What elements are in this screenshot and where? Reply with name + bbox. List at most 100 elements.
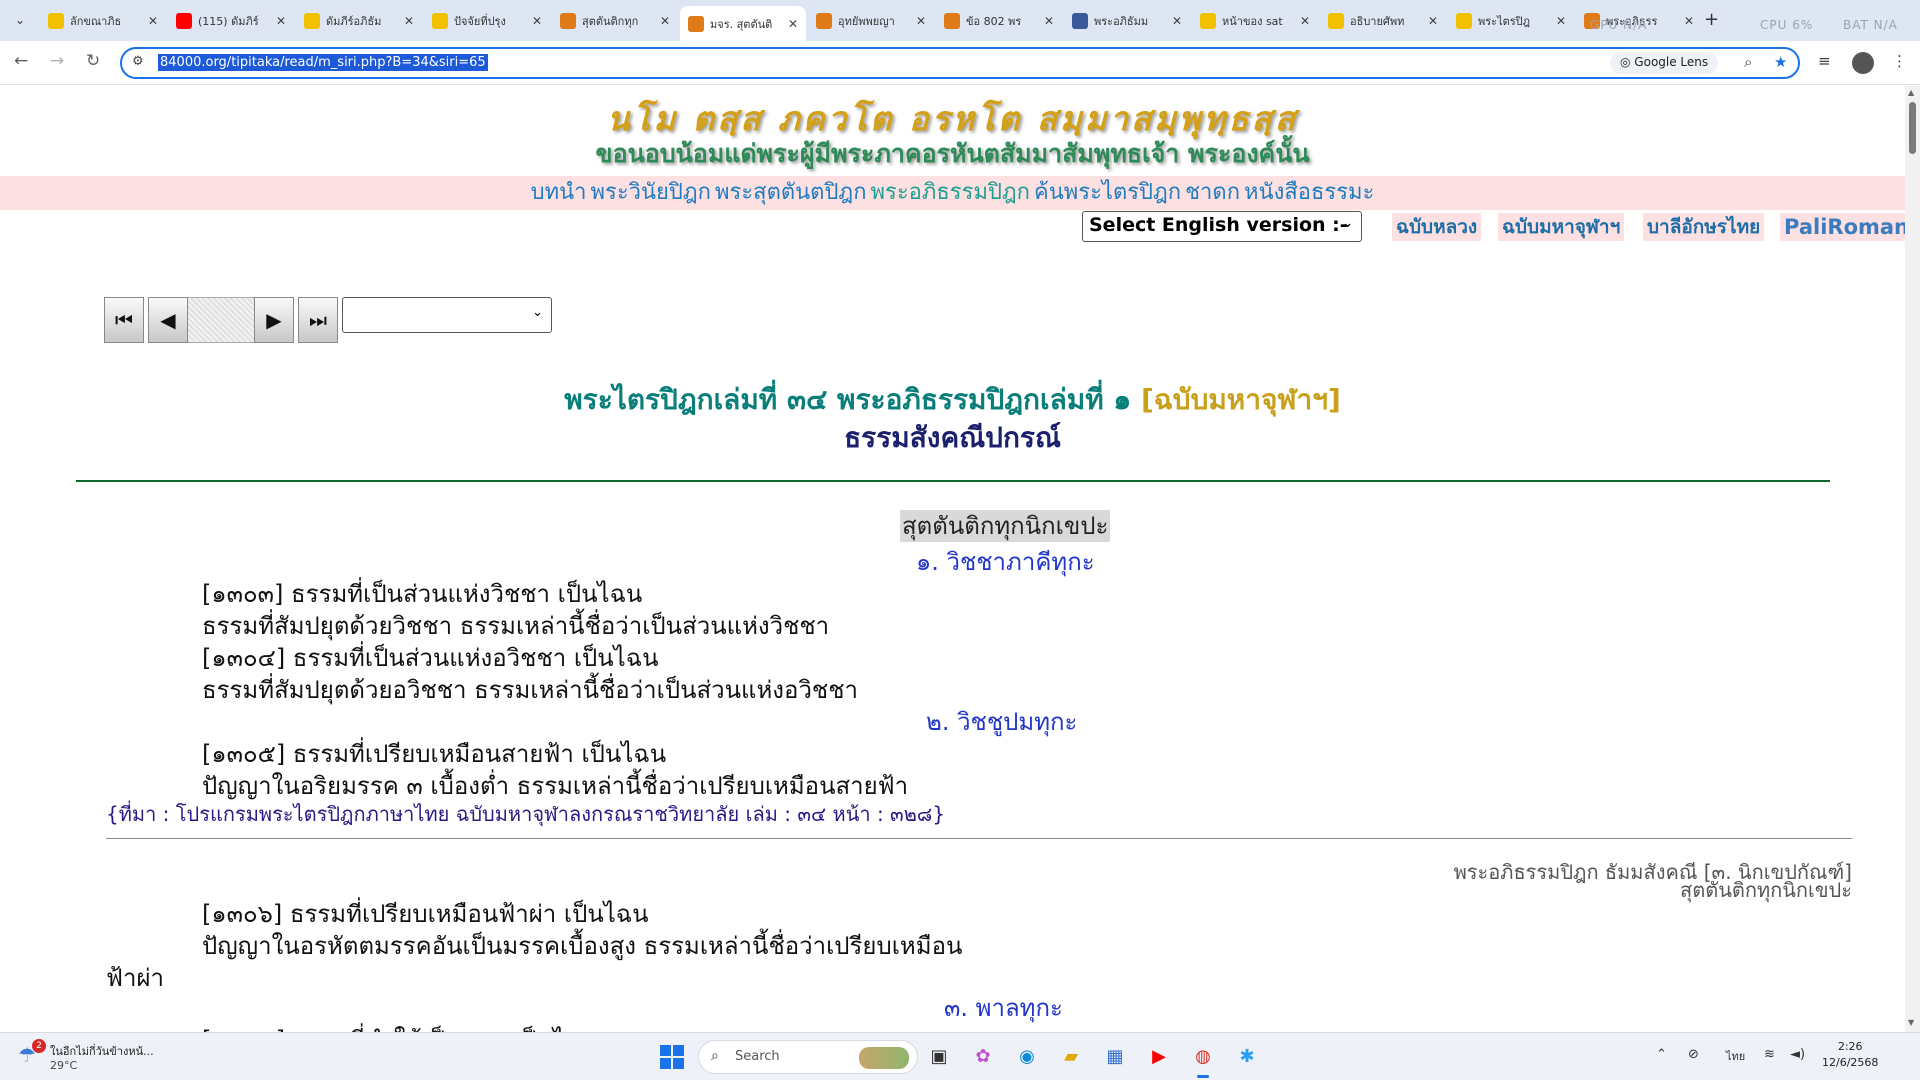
browser-tab[interactable]: (115) ดัมภิร์ ✕: [168, 6, 294, 36]
nav-link[interactable]: ชาดก: [1185, 180, 1240, 205]
first-page-icon: ⏮: [115, 308, 133, 332]
copilot-icon[interactable]: ✿: [968, 1042, 998, 1072]
close-tab-icon[interactable]: ✕: [1172, 14, 1182, 28]
close-tab-icon[interactable]: ✕: [1300, 14, 1310, 28]
weather-widget[interactable]: ☂ 2 ในอีกไม่กี่วันข้างหน้... 29°C: [18, 1039, 198, 1075]
browser-tab[interactable]: อุทยัพพยญา ✕: [808, 6, 934, 36]
tab-search-icon[interactable]: ⌄: [8, 8, 32, 32]
browser-tab[interactable]: พระอภิธัมม ✕: [1064, 6, 1190, 36]
section-heading: ๑. วิชชาภาคีทุกะ: [916, 548, 1095, 576]
edition-link[interactable]: บาลีอักษรไทย: [1643, 213, 1765, 241]
edge-icon[interactable]: ◉: [1012, 1042, 1042, 1072]
chrome-icon[interactable]: ◍: [1188, 1042, 1218, 1078]
input-language[interactable]: ไทย: [1726, 1047, 1745, 1065]
section-select[interactable]: ⌄: [342, 297, 552, 333]
profile-avatar[interactable]: [1852, 52, 1874, 74]
nav-link[interactable]: พระสุตตันตปิฎก: [715, 180, 867, 205]
search-placeholder: Search: [735, 1049, 780, 1064]
system-clock[interactable]: 2:26 12/6/2568: [1822, 1039, 1878, 1071]
tab-title: อุทยัพพยญา: [838, 15, 895, 28]
prev-page-icon: ◀: [160, 308, 176, 332]
page-divider: [106, 838, 1852, 839]
volume-icon[interactable]: ◄): [1790, 1047, 1805, 1062]
start-icon[interactable]: [660, 1045, 684, 1069]
browser-tab[interactable]: มจร. สุตตันติ ✕: [680, 6, 806, 41]
close-tab-icon[interactable]: ✕: [1428, 14, 1438, 28]
english-version-select[interactable]: Select English version :- ⌄: [1082, 211, 1362, 242]
file-explorer-icon[interactable]: ▰: [1056, 1042, 1086, 1072]
last-page-icon: ⏭: [309, 308, 327, 332]
zoom-icon[interactable]: ⌕: [1744, 53, 1752, 71]
edition-link[interactable]: ฉบับมหาจุฬาฯ: [1498, 213, 1625, 241]
close-tab-icon[interactable]: ✕: [148, 14, 158, 28]
edition-link[interactable]: PaliRoman: [1780, 213, 1905, 241]
browser-tab[interactable]: หน้าของ sat ✕: [1192, 6, 1318, 36]
source-reference: {ที่มา : โปรแกรมพระไตรปิฎกภาษาไทย ฉบับมห…: [106, 802, 946, 826]
google-lens-button[interactable]: ◎ Google Lens: [1610, 52, 1719, 74]
close-tab-icon[interactable]: ✕: [1556, 14, 1566, 28]
tab-title: ปัจจัยที่ปรุง: [454, 15, 506, 28]
nav-link[interactable]: ค้นพระไตรปิฎก: [1034, 180, 1181, 205]
clock-time: 2:26: [1837, 1040, 1863, 1053]
browser-tab[interactable]: ดัมภีร์อภิธัม ✕: [296, 6, 422, 36]
scroll-down-icon[interactable]: ▼: [1908, 1018, 1914, 1027]
app-icon[interactable]: ✱: [1232, 1042, 1262, 1072]
browser-tab[interactable]: ปัจจัยที่ปรุง ✕: [424, 6, 550, 36]
favicon-icon: [304, 13, 320, 29]
browser-tab[interactable]: พระไตรปิฎ ✕: [1448, 6, 1574, 36]
last-page-button[interactable]: ⏭: [298, 297, 338, 343]
scrollbar-thumb[interactable]: [1909, 102, 1916, 154]
nav-link[interactable]: พระอภิธรรมปิฎก: [871, 180, 1030, 205]
edition-link[interactable]: ฉบับหลวง: [1392, 213, 1482, 241]
task-view-icon[interactable]: ▣: [924, 1042, 954, 1072]
close-tab-icon[interactable]: ✕: [1044, 14, 1054, 28]
close-tab-icon[interactable]: ✕: [404, 14, 414, 28]
new-tab-icon[interactable]: +: [1704, 9, 1719, 30]
site-info-icon[interactable]: ⚙: [132, 54, 144, 69]
favicon-icon: [1200, 13, 1216, 29]
close-tab-icon[interactable]: ✕: [532, 14, 542, 28]
close-tab-icon[interactable]: ✕: [916, 14, 926, 28]
favicon-icon: [432, 13, 448, 29]
bookmark-star-icon[interactable]: ★: [1774, 53, 1787, 71]
browser-tab[interactable]: ข้อ 802 พร ✕: [936, 6, 1062, 36]
nav-link[interactable]: หนังสือธรรมะ: [1244, 180, 1374, 205]
menu-icon[interactable]: ⋮: [1892, 52, 1907, 70]
text-line: ปัญญาในอรหัตตมรรคอันเป็นมรรคเบื้องสูง ธร…: [202, 932, 963, 960]
nav-link[interactable]: บทนำ: [531, 180, 587, 205]
browser-tab[interactable]: ลักขณาภิธ ✕: [40, 6, 166, 36]
prev-page-button[interactable]: ◀: [148, 297, 188, 343]
url-text[interactable]: 84000.org/tipitaka/read/m_siri.php?B=34&…: [158, 54, 488, 71]
media-controls-icon[interactable]: ≡: [1818, 52, 1831, 70]
nav-link[interactable]: พระวินัยปิฎก: [591, 180, 711, 205]
taskbar-search[interactable]: ⌕ Search: [698, 1040, 918, 1074]
divider: [76, 480, 1830, 482]
wifi-icon[interactable]: ≋: [1764, 1047, 1775, 1062]
close-tab-icon[interactable]: ✕: [276, 14, 286, 28]
subsection-title: สุตตันติกทุกนิกเขปะ: [900, 510, 1111, 542]
address-bar[interactable]: ⚙ 84000.org/tipitaka/read/m_siri.php?B=3…: [120, 47, 1800, 79]
vertical-scrollbar[interactable]: ▲ ▼: [1905, 86, 1920, 1032]
network-off-icon[interactable]: ⊘: [1688, 1047, 1699, 1062]
google-lens-label: Google Lens: [1634, 55, 1709, 69]
store-icon[interactable]: ▦: [1100, 1042, 1130, 1072]
browser-tab[interactable]: สุตตันติกทุก ✕: [552, 6, 678, 36]
forward-icon[interactable]: →: [50, 51, 64, 71]
youtube-icon[interactable]: ▶: [1144, 1042, 1174, 1072]
back-icon[interactable]: ←: [14, 51, 28, 71]
close-tab-icon[interactable]: ✕: [1684, 14, 1694, 28]
scroll-up-icon[interactable]: ▲: [1908, 88, 1914, 97]
next-page-button[interactable]: ▶: [254, 297, 294, 343]
tab-title: อธิบายศัพท: [1350, 15, 1405, 28]
favicon-icon: [944, 13, 960, 29]
first-page-button[interactable]: ⏮: [104, 297, 144, 343]
notification-badge: 2: [32, 1039, 46, 1053]
close-tab-icon[interactable]: ✕: [660, 14, 670, 28]
browser-tab[interactable]: อธิบายศัพท ✕: [1320, 6, 1446, 36]
tray-overflow-icon[interactable]: ⌃: [1656, 1047, 1667, 1062]
edition-tag: [ฉบับมหาจุฬาฯ]: [1140, 383, 1341, 416]
tab-title: หน้าของ sat: [1222, 15, 1283, 28]
close-tab-icon[interactable]: ✕: [788, 17, 798, 31]
favicon-icon: [560, 13, 576, 29]
reload-icon[interactable]: ↻: [86, 51, 100, 71]
